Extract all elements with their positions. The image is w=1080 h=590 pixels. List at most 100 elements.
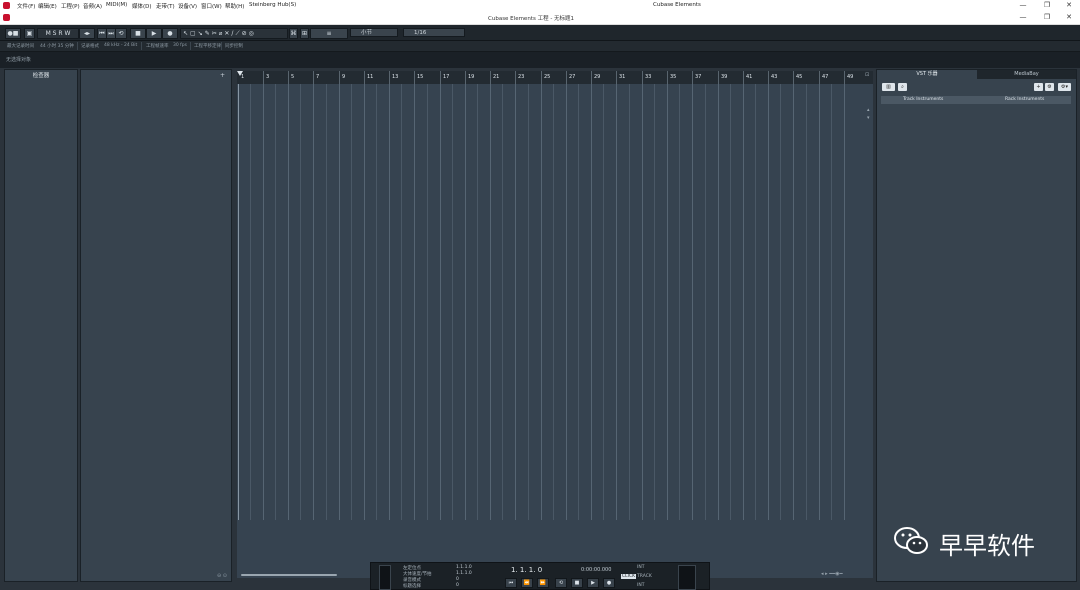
menu-media[interactable]: 媒体(D) — [132, 2, 152, 10]
bar-number: 35 — [670, 74, 677, 80]
menu-edit[interactable]: 编辑(E) — [38, 2, 57, 10]
cycle-icon[interactable]: ⟲ — [555, 578, 567, 588]
add-instrument-icon[interactable]: + — [1034, 83, 1043, 91]
menu-audio[interactable]: 音频(A) — [83, 2, 102, 10]
automation-mode-button[interactable]: M S R W — [37, 28, 79, 39]
bar-number: 47 — [822, 74, 829, 80]
add-track-icon[interactable]: + — [220, 72, 225, 79]
snap-on-icon[interactable]: ⊞ — [300, 28, 309, 39]
bar-number: 7 — [316, 74, 320, 80]
cycle-icon[interactable]: ⟲ — [115, 28, 127, 39]
info-sync-control[interactable]: 同步控制 — [225, 43, 243, 49]
bar-number: 23 — [518, 74, 525, 80]
info-frame-rate-value[interactable]: 30 fps — [173, 43, 187, 48]
locator-values[interactable]: 1.1.1.0 1.1.1.0 0 0 — [456, 565, 501, 588]
right-zone: VST 乐器 MediaBay ▥ ⌕ + ⚙ ⚙▾ Track Instrum… — [876, 69, 1077, 582]
menu-window[interactable]: 窗口(W) — [201, 2, 222, 10]
sync-int-label-2[interactable]: INT — [637, 583, 644, 588]
restore-icon[interactable]: ❐ — [1040, 1, 1054, 9]
bar-number: 29 — [594, 74, 601, 80]
gear-icon[interactable]: ⚙▾ — [1058, 83, 1071, 91]
info-pan-law[interactable]: 工程平移定律 — [194, 43, 221, 49]
menu-project[interactable]: 工程(P) — [61, 2, 80, 10]
stop-icon[interactable]: ■ — [571, 578, 583, 588]
restore-icon[interactable]: ❐ — [1040, 13, 1054, 21]
snap-toggle-button[interactable]: ⌘ — [289, 28, 298, 39]
snap-type-select[interactable]: ≡ — [310, 28, 348, 39]
play-icon[interactable]: ▶ — [587, 578, 599, 588]
constrain-delay-button[interactable]: ▣ — [24, 28, 35, 39]
minimize-icon[interactable]: — — [1016, 13, 1030, 21]
menu-help[interactable]: 帮助(H) — [225, 2, 244, 10]
ruler-options-icon[interactable]: ⊡ — [865, 72, 869, 78]
instrument-settings-icon[interactable]: ⚙ — [1045, 83, 1054, 91]
zoom-controls-icon[interactable]: ◂ ▸ ━━◉━ — [821, 571, 843, 577]
tab-vst-instruments[interactable]: VST 乐器 — [877, 70, 977, 79]
rack-view-icon[interactable]: ▥ — [882, 83, 895, 91]
menu-file[interactable]: 文件(F) — [17, 2, 35, 10]
window-title: Cubase Elements 工程 - 无标题1 — [488, 16, 575, 22]
info-record-format-value[interactable]: 48 kHz - 24 Bit — [104, 43, 137, 48]
watermark: 早早软件 — [893, 524, 1063, 560]
fast-forward-icon[interactable]: ⏩ — [537, 578, 549, 588]
event-display[interactable]: ▴ ▾ ◂ ▸ ━━◉━ — [237, 84, 873, 578]
activate-project-button[interactable]: ●■ — [5, 28, 21, 39]
bar-number: 31 — [619, 74, 626, 80]
autoscroll-button[interactable]: ◂▸ — [79, 28, 95, 39]
bar-number: 19 — [468, 74, 475, 80]
minimize-icon[interactable]: — — [1016, 1, 1030, 9]
menu-midi[interactable]: MIDI(M) — [106, 2, 127, 8]
grid-type-select[interactable]: 小节 — [350, 28, 398, 37]
app-logo-icon — [3, 14, 10, 21]
info-frame-rate-label[interactable]: 工程帧速率 — [146, 43, 169, 49]
search-icon[interactable]: ⌕ — [898, 83, 907, 91]
instruments-header: Track Instruments Rack Instruments — [881, 96, 1071, 104]
play-icon[interactable]: ▶ — [146, 28, 162, 39]
bar-number: 3 — [266, 74, 270, 80]
tempo-track-label[interactable]: TRACK — [637, 574, 652, 579]
rewind-icon[interactable]: ⏪ — [521, 578, 533, 588]
bar-number: 41 — [746, 74, 753, 80]
status-line: 无选择对象 — [0, 52, 1080, 68]
project-info-bar: 最大记录时间 44 小时 35 分钟 记录格式 48 kHz - 24 Bit … — [0, 41, 1080, 52]
wechat-icon — [894, 527, 928, 554]
menu-steinberg-hub[interactable]: Steinberg Hub(S) — [249, 2, 296, 8]
bar-number: 33 — [645, 74, 652, 80]
stop-icon[interactable]: ■ — [130, 28, 146, 39]
time-display[interactable]: 0:00:00.000 — [581, 567, 611, 573]
position-display[interactable]: 1. 1. 1. 0 — [511, 566, 542, 574]
menu-devices[interactable]: 设备(V) — [178, 2, 197, 10]
click-label[interactable]: CLICK — [621, 574, 637, 579]
track-instruments-label[interactable]: Track Instruments — [903, 97, 943, 102]
menu-bar: 文件(F) 编辑(E) 工程(P) 音频(A) MIDI(M) 媒体(D) 走带… — [0, 0, 1080, 12]
transport-meter — [379, 565, 391, 590]
bar-number: 11 — [367, 74, 374, 80]
bar-number: 39 — [721, 74, 728, 80]
tool-palette[interactable]: ↖▢↘✎✂⌀✕/⟋⊘◎ — [180, 28, 288, 39]
close-icon[interactable]: ✕ — [1062, 13, 1076, 21]
bar-number: 15 — [417, 74, 424, 80]
horizontal-scrollbar[interactable] — [241, 574, 337, 576]
zoom-icon[interactable]: ▴ ▾ — [867, 106, 870, 122]
inspector-panel: 检查器 — [4, 69, 78, 582]
bar-number: 21 — [493, 74, 500, 80]
bar-number: 1 — [241, 74, 245, 80]
rack-instruments-label[interactable]: Rack Instruments — [1005, 97, 1044, 102]
watermark-text: 早早软件 — [939, 532, 1035, 560]
info-record-format-label[interactable]: 记录格式 — [81, 43, 99, 49]
project-title-bar: Cubase Elements 工程 - 无标题1 — ❐ ✕ — [0, 12, 1080, 25]
quantize-select[interactable]: 1/16 — [403, 28, 465, 37]
record-icon[interactable]: ● — [603, 578, 615, 588]
timeline-ruler[interactable]: 1 3 5 7 9 11 13 15 17 19 21 23 25 27 29 … — [237, 71, 873, 85]
record-icon[interactable]: ● — [162, 28, 178, 39]
go-start-icon[interactable]: ⏮ — [505, 578, 517, 588]
bar-number: 9 — [342, 74, 346, 80]
output-meter — [678, 565, 696, 590]
menu-transport[interactable]: 走带(T) — [156, 2, 175, 10]
close-icon[interactable]: ✕ — [1062, 1, 1076, 9]
track-list[interactable]: + ⊖ ⊙ — [80, 69, 232, 582]
bar-number: 13 — [392, 74, 399, 80]
tab-mediabay[interactable]: MediaBay — [977, 70, 1076, 79]
sync-int-label[interactable]: INT — [637, 565, 644, 570]
track-list-scroll-icon[interactable]: ⊖ ⊙ — [217, 573, 227, 579]
